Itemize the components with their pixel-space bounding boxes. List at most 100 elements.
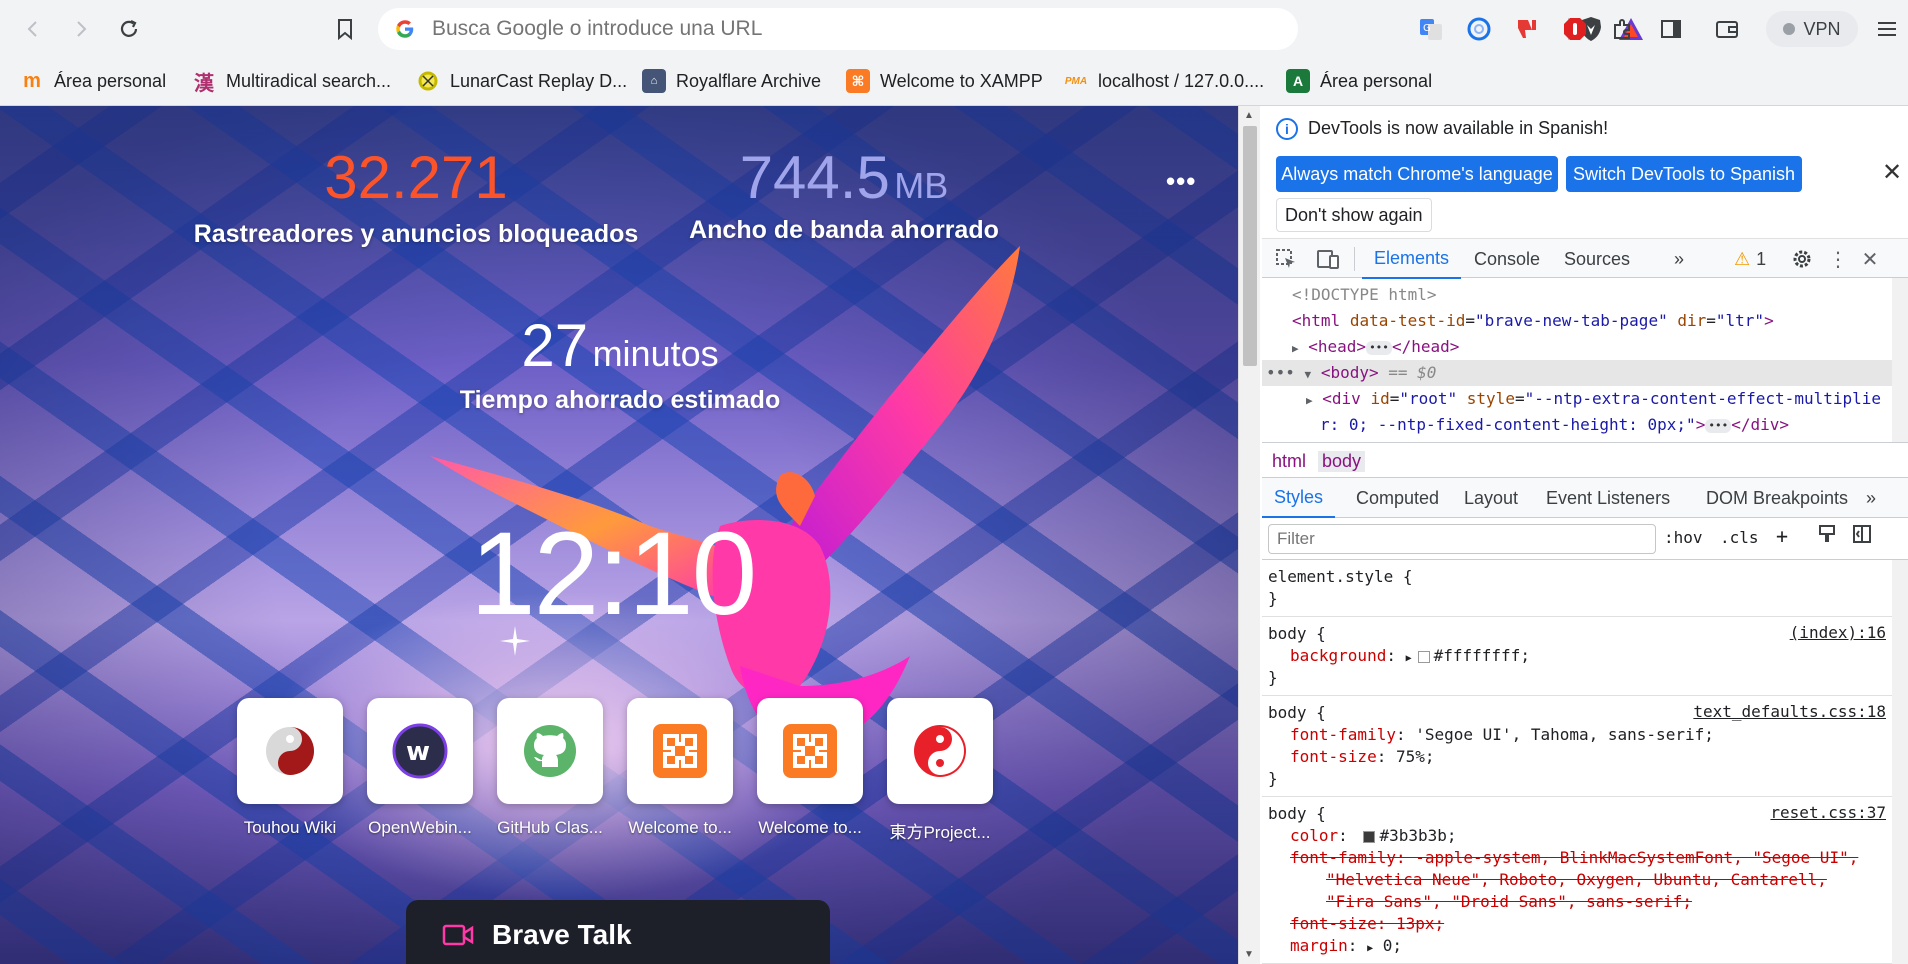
- tab-elements[interactable]: Elements: [1362, 239, 1462, 279]
- style-property[interactable]: background: ▶ #ffffffff;: [1268, 645, 1892, 667]
- tab-computed[interactable]: Computed: [1344, 478, 1451, 518]
- translate-extension-icon[interactable]: G: [1414, 12, 1448, 46]
- extensions-puzzle-icon[interactable]: [1606, 12, 1640, 46]
- top-site-tile[interactable]: 東方Project...: [886, 698, 994, 843]
- styles-pane: element.style { } body { (index):16 back…: [1262, 560, 1892, 964]
- rule-source-link[interactable]: (index):16: [1790, 623, 1886, 642]
- tab-event-listeners[interactable]: Event Listeners: [1534, 478, 1682, 518]
- style-rule[interactable]: body { (index):16 background: ▶ #ffffffff…: [1262, 617, 1892, 696]
- settings-gear-icon[interactable]: [1788, 245, 1816, 273]
- warning-icon: ⚠: [1734, 248, 1751, 269]
- address-input[interactable]: [432, 17, 1172, 41]
- ellipsis-icon[interactable]: •••: [1366, 340, 1392, 355]
- more-tabs-icon[interactable]: »: [1674, 239, 1684, 279]
- top-site-tile[interactable]: Welcome to...: [626, 698, 734, 843]
- dom-doctype[interactable]: <!DOCTYPE html>: [1262, 282, 1898, 308]
- cls-toggle[interactable]: .cls: [1720, 528, 1759, 547]
- paint-brush-icon[interactable]: [1818, 524, 1836, 548]
- dont-show-again-button[interactable]: Don't show again: [1276, 198, 1432, 232]
- sidebar-pane-icon[interactable]: [1852, 524, 1872, 548]
- expand-triangle-icon[interactable]: ▶: [1292, 342, 1299, 355]
- dom-html-node[interactable]: <html data-test-id="brave-new-tab-page" …: [1262, 308, 1898, 334]
- dom-body-node[interactable]: ••• ▼ <body> == $0: [1262, 360, 1898, 386]
- inspect-element-icon[interactable]: [1272, 245, 1300, 273]
- main-menu-button[interactable]: [1870, 12, 1904, 46]
- expand-triangle-icon[interactable]: ▶: [1306, 394, 1313, 407]
- reload-button[interactable]: [114, 14, 144, 44]
- device-toolbar-icon[interactable]: [1314, 245, 1342, 273]
- adblock-extension-icon[interactable]: [1558, 12, 1592, 46]
- page-scrollbar[interactable]: ▲ ▼: [1238, 106, 1260, 964]
- styles-scrollbar[interactable]: [1892, 560, 1908, 964]
- styles-filter-input[interactable]: [1268, 524, 1656, 554]
- address-bar[interactable]: [378, 8, 1643, 50]
- color-swatch[interactable]: [1417, 650, 1430, 663]
- tab-styles[interactable]: Styles: [1262, 478, 1336, 518]
- top-site-tile[interactable]: GitHub Clas...: [496, 698, 604, 843]
- trackers-count: 32.271: [324, 144, 508, 211]
- style-property[interactable]: font-family: 'Segoe UI', Tahoma, sans-se…: [1268, 724, 1892, 746]
- bookmark-item[interactable]: A Área personal: [1286, 66, 1432, 96]
- circle-extension-icon[interactable]: [1462, 12, 1496, 46]
- bookmark-button[interactable]: [330, 14, 360, 44]
- yin-yang-red-icon: [914, 725, 966, 777]
- close-devtools-icon[interactable]: ✕: [1856, 245, 1884, 273]
- overridden-property[interactable]: font-size: 13px;: [1268, 913, 1892, 935]
- switch-spanish-button[interactable]: Switch DevTools to Spanish: [1566, 156, 1802, 192]
- style-property[interactable]: font-size: 75%;: [1268, 746, 1892, 768]
- style-property[interactable]: margin: ▶ 0;: [1268, 935, 1892, 957]
- tab-layout[interactable]: Layout: [1452, 478, 1530, 518]
- scroll-down-icon[interactable]: ▼: [1244, 949, 1254, 960]
- kebab-menu-icon[interactable]: ⋮: [1824, 245, 1852, 273]
- bookmark-item[interactable]: 漢 Multiradical search...: [192, 66, 391, 96]
- vpn-button[interactable]: VPN: [1766, 11, 1858, 47]
- dislike-extension-icon[interactable]: [1510, 12, 1544, 46]
- overridden-property[interactable]: font-family: -apple-system, BlinkMacSyst…: [1268, 847, 1892, 869]
- ntp-menu-button[interactable]: •••: [1166, 166, 1196, 197]
- rule-source-link[interactable]: reset.css:37: [1770, 803, 1886, 822]
- dom-root-div-node[interactable]: ▶ <div id="root" style="--ntp-extra-cont…: [1262, 386, 1898, 412]
- breadcrumb-html[interactable]: html: [1272, 451, 1306, 472]
- match-language-button[interactable]: Always match Chrome's language: [1276, 156, 1558, 192]
- dom-head-node[interactable]: ▶ <head> ••• </head>: [1262, 334, 1898, 360]
- bookmark-item[interactable]: m Área personal: [20, 66, 166, 96]
- dom-scrollbar[interactable]: [1892, 278, 1908, 442]
- style-rule[interactable]: body { reset.css:37 color: #3b3b3b; font…: [1262, 797, 1892, 964]
- style-rule-element[interactable]: element.style { }: [1262, 560, 1892, 617]
- back-button[interactable]: [18, 14, 48, 44]
- ellipsis-icon[interactable]: •••: [1705, 418, 1732, 433]
- bookmark-item[interactable]: ⌂ Royalflare Archive: [642, 66, 821, 96]
- tab-dom-breakpoints[interactable]: DOM Breakpoints: [1694, 478, 1860, 518]
- top-site-tile[interactable]: Touhou Wiki: [236, 698, 344, 843]
- top-site-tile[interactable]: w OpenWebin...: [366, 698, 474, 843]
- sidebar-toggle-icon[interactable]: [1654, 12, 1688, 46]
- expand-triangle-icon[interactable]: ▶: [1367, 943, 1373, 954]
- more-sub-tabs-icon[interactable]: »: [1866, 478, 1876, 518]
- top-site-tile[interactable]: Welcome to...: [756, 698, 864, 843]
- infobar-close-icon[interactable]: ✕: [1882, 158, 1902, 187]
- bookmark-item[interactable]: PMA localhost / 127.0.0....: [1064, 66, 1264, 96]
- new-style-rule-icon[interactable]: +: [1776, 524, 1788, 548]
- wallet-icon[interactable]: [1710, 12, 1744, 46]
- brave-talk-label: Brave Talk: [492, 919, 632, 950]
- collapse-triangle-icon[interactable]: ▼: [1305, 368, 1312, 381]
- forward-button[interactable]: [66, 14, 96, 44]
- hov-toggle[interactable]: :hov: [1664, 528, 1703, 547]
- color-swatch[interactable]: [1363, 830, 1376, 843]
- tab-console[interactable]: Console: [1462, 239, 1552, 279]
- tile-icon-box: [237, 698, 343, 804]
- scrollbar-thumb[interactable]: [1243, 126, 1257, 366]
- warnings-badge[interactable]: ⚠ 1: [1734, 239, 1766, 279]
- scroll-up-icon[interactable]: ▲: [1244, 110, 1254, 121]
- dom-root-div-continued[interactable]: r: 0; --ntp-fixed-content-height: 0px;">…: [1262, 412, 1898, 438]
- moodle-icon: m: [23, 69, 41, 92]
- style-rule[interactable]: body { text_defaults.css:18 font-family:…: [1262, 696, 1892, 797]
- breadcrumb-body[interactable]: body: [1318, 451, 1366, 472]
- tab-sources[interactable]: Sources: [1552, 239, 1642, 279]
- expand-triangle-icon[interactable]: ▶: [1406, 653, 1412, 664]
- bookmark-item[interactable]: LunarCast Replay D...: [416, 66, 627, 96]
- rule-source-link[interactable]: text_defaults.css:18: [1693, 702, 1886, 721]
- bookmark-item[interactable]: ⌘ Welcome to XAMPP: [846, 66, 1043, 96]
- brave-talk-card[interactable]: Brave Talk: [406, 900, 830, 964]
- style-property[interactable]: color: #3b3b3b;: [1268, 825, 1892, 847]
